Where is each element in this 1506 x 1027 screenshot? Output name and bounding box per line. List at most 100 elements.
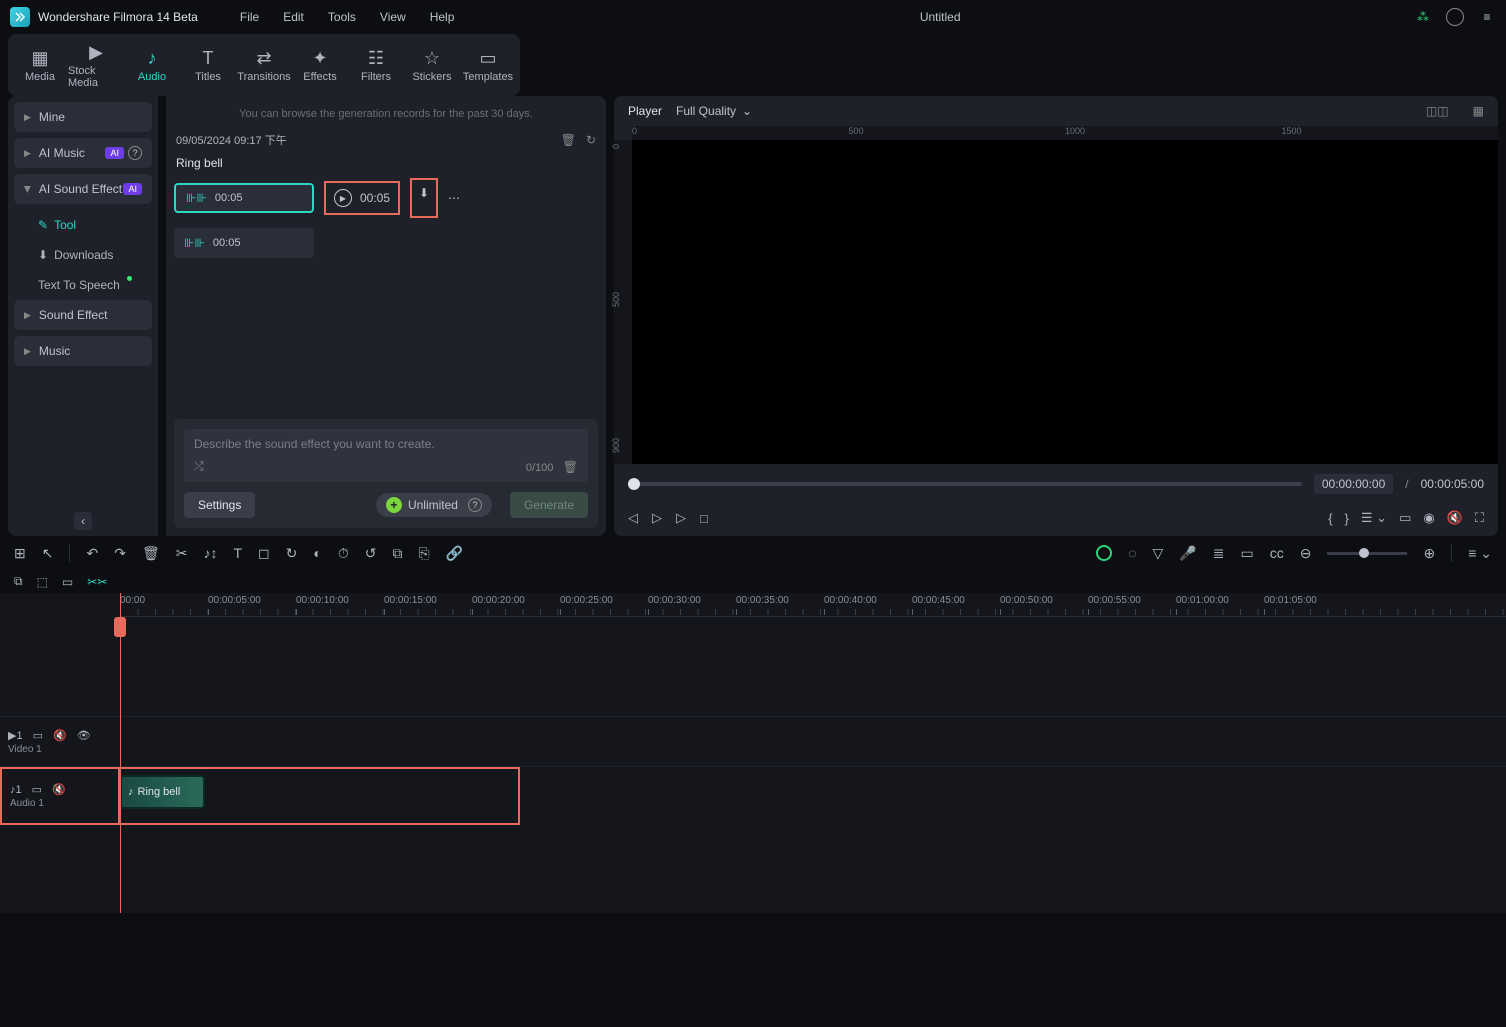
help-icon[interactable]: ?	[128, 146, 142, 160]
speed-ramp-icon[interactable]: ↻	[286, 545, 298, 562]
marker-list-icon[interactable]: ☰ ⌄	[1361, 510, 1387, 526]
track-options-icon[interactable]: ≡ ⌄	[1468, 545, 1492, 562]
clear-icon[interactable]: 🗑	[563, 460, 578, 474]
mute-icon[interactable]: 🔇	[52, 783, 66, 796]
fullscreen-icon[interactable]: ⛶	[1475, 510, 1484, 526]
compare-icon[interactable]: ◫◫	[1426, 104, 1449, 118]
gift-icon[interactable]: ⁂	[1414, 8, 1432, 26]
undo-icon[interactable]: ↶	[86, 545, 98, 562]
cut-icon[interactable]: ✂	[176, 545, 188, 562]
next-icon[interactable]: ▷	[676, 510, 686, 526]
circle-icon[interactable]	[1446, 8, 1464, 26]
menu-icon[interactable]: ≡	[1478, 8, 1496, 26]
tab-stock[interactable]: ▶Stock Media	[68, 40, 124, 90]
preview-canvas[interactable]	[632, 140, 1498, 464]
playhead[interactable]	[120, 593, 121, 913]
adjust-icon[interactable]: ▭	[1241, 545, 1254, 562]
sidebar-downloads[interactable]: ⬇Downloads	[14, 240, 152, 270]
zoom-in-icon[interactable]: ⊕	[1423, 545, 1435, 562]
time-ruler[interactable]: 00:00 00:00:05:00 00:00:10:00 00:00:15:0…	[120, 593, 1506, 617]
crop-icon[interactable]: ◻	[258, 545, 270, 562]
subtitle-icon[interactable]: cc	[1270, 545, 1284, 561]
prev-icon[interactable]: ◁	[628, 510, 638, 526]
menu-tools[interactable]: Tools	[316, 4, 368, 30]
play-icon[interactable]: ▷	[652, 510, 662, 526]
text-icon[interactable]: T	[233, 545, 242, 561]
more-icon[interactable]: ⋯	[448, 191, 460, 205]
collapse-sidebar-button[interactable]: ‹	[74, 512, 92, 530]
sidebar-sound-effect[interactable]: ▶Sound Effect	[14, 300, 152, 330]
display-icon[interactable]: ▭	[1399, 510, 1411, 526]
reverse-icon[interactable]: ↺	[365, 545, 377, 562]
lock-track-icon[interactable]: ▭	[62, 575, 73, 589]
sidebar-tool[interactable]: ✎Tool	[14, 210, 152, 240]
link-track-icon[interactable]: ⬚	[37, 575, 48, 589]
sidebar-ai-music[interactable]: ▶AI MusicAI?	[14, 138, 152, 168]
sidebar-mine[interactable]: ▶Mine	[14, 102, 152, 132]
speed-icon[interactable]: ⏱	[338, 545, 349, 562]
audio-result-2[interactable]: ⊪⊪00:05	[174, 228, 314, 258]
layout-icon[interactable]: ⊞	[14, 545, 26, 562]
audio-result-1[interactable]: ⊪⊪00:05	[174, 183, 314, 213]
download-box[interactable]: ⬇	[410, 178, 438, 218]
help-icon[interactable]: ?	[468, 498, 482, 512]
audio-track-label[interactable]: ♪1▭🔇 Audio 1	[0, 767, 120, 825]
tab-audio[interactable]: ♪Audio	[124, 40, 180, 90]
scrub-thumb[interactable]	[628, 478, 640, 490]
mark-in-icon[interactable]: {	[1328, 511, 1332, 526]
refresh-icon[interactable]: ↻	[586, 133, 596, 147]
zoom-slider[interactable]	[1327, 552, 1407, 555]
audio-track[interactable]: ♪ Ring bell	[120, 767, 520, 825]
tab-templates[interactable]: ▭Templates	[460, 40, 516, 90]
shuffle-icon[interactable]: ⤮	[194, 459, 204, 474]
tab-transitions[interactable]: ⇄Transitions	[236, 40, 292, 90]
beat-icon[interactable]: ♪↕	[203, 545, 217, 561]
tab-effects[interactable]: ✦Effects	[292, 40, 348, 90]
settings-button[interactable]: Settings	[184, 492, 255, 518]
marker-icon[interactable]: ▽	[1153, 545, 1164, 562]
mark-out-icon[interactable]: }	[1345, 511, 1349, 526]
audio-clip[interactable]: ♪ Ring bell	[120, 775, 205, 809]
menu-view[interactable]: View	[368, 4, 418, 30]
snapshot-icon[interactable]: ▦	[1473, 104, 1484, 118]
tab-stickers[interactable]: ☆Stickers	[404, 40, 460, 90]
zoom-out-icon[interactable]: ⊖	[1300, 545, 1312, 562]
tab-media[interactable]: ▦Media	[12, 40, 68, 90]
video-track[interactable]	[120, 717, 1506, 767]
menu-edit[interactable]: Edit	[271, 4, 316, 30]
eye-icon[interactable]: 👁	[77, 729, 91, 742]
render-icon[interactable]: ◌	[1128, 545, 1136, 561]
cursor-icon[interactable]: ↖	[42, 545, 54, 562]
sidebar-ai-sfx[interactable]: ▶AI Sound EffectAI	[14, 174, 152, 204]
video-track-label[interactable]: ▶1▭🔇👁 Video 1	[0, 717, 120, 767]
link-icon[interactable]: 🔗	[446, 545, 463, 562]
redo-icon[interactable]: ↷	[114, 545, 126, 562]
group-icon[interactable]: ⧉	[393, 545, 403, 562]
stop-icon[interactable]: □	[700, 511, 708, 526]
zoom-thumb[interactable]	[1359, 548, 1369, 558]
mic-icon[interactable]: 🎤	[1179, 545, 1196, 562]
mute-icon[interactable]: 🔇	[1447, 510, 1463, 526]
folder-icon[interactable]: ▭	[33, 729, 43, 742]
color-icon[interactable]: ◐	[313, 545, 321, 561]
unlimited-pill[interactable]: +Unlimited?	[376, 493, 492, 517]
menu-file[interactable]: File	[228, 4, 271, 30]
delete-icon[interactable]: 🗑	[142, 545, 160, 562]
duplicate-track-icon[interactable]: ⧉	[14, 574, 23, 589]
magnet-icon[interactable]: ✂✂	[87, 575, 107, 589]
folder-icon[interactable]: ▭	[32, 783, 42, 796]
play-icon[interactable]: ▶	[334, 189, 352, 207]
render-status-icon[interactable]	[1096, 545, 1112, 561]
copy-icon[interactable]: ⎘	[419, 545, 430, 562]
prompt-input[interactable]: Describe the sound effect you want to cr…	[194, 437, 578, 451]
trash-icon[interactable]: 🗑	[561, 133, 576, 147]
menu-help[interactable]: Help	[418, 4, 467, 30]
quality-select[interactable]: Full Quality⌄	[676, 104, 752, 118]
mixer-icon[interactable]: ≣	[1213, 545, 1225, 562]
tab-filters[interactable]: ☷Filters	[348, 40, 404, 90]
sidebar-music[interactable]: ▶Music	[14, 336, 152, 366]
sidebar-tts[interactable]: Text To Speech	[14, 270, 152, 300]
scrub-bar[interactable]	[628, 482, 1302, 486]
camera-icon[interactable]: ◉	[1423, 510, 1434, 526]
tab-titles[interactable]: TTitles	[180, 40, 236, 90]
